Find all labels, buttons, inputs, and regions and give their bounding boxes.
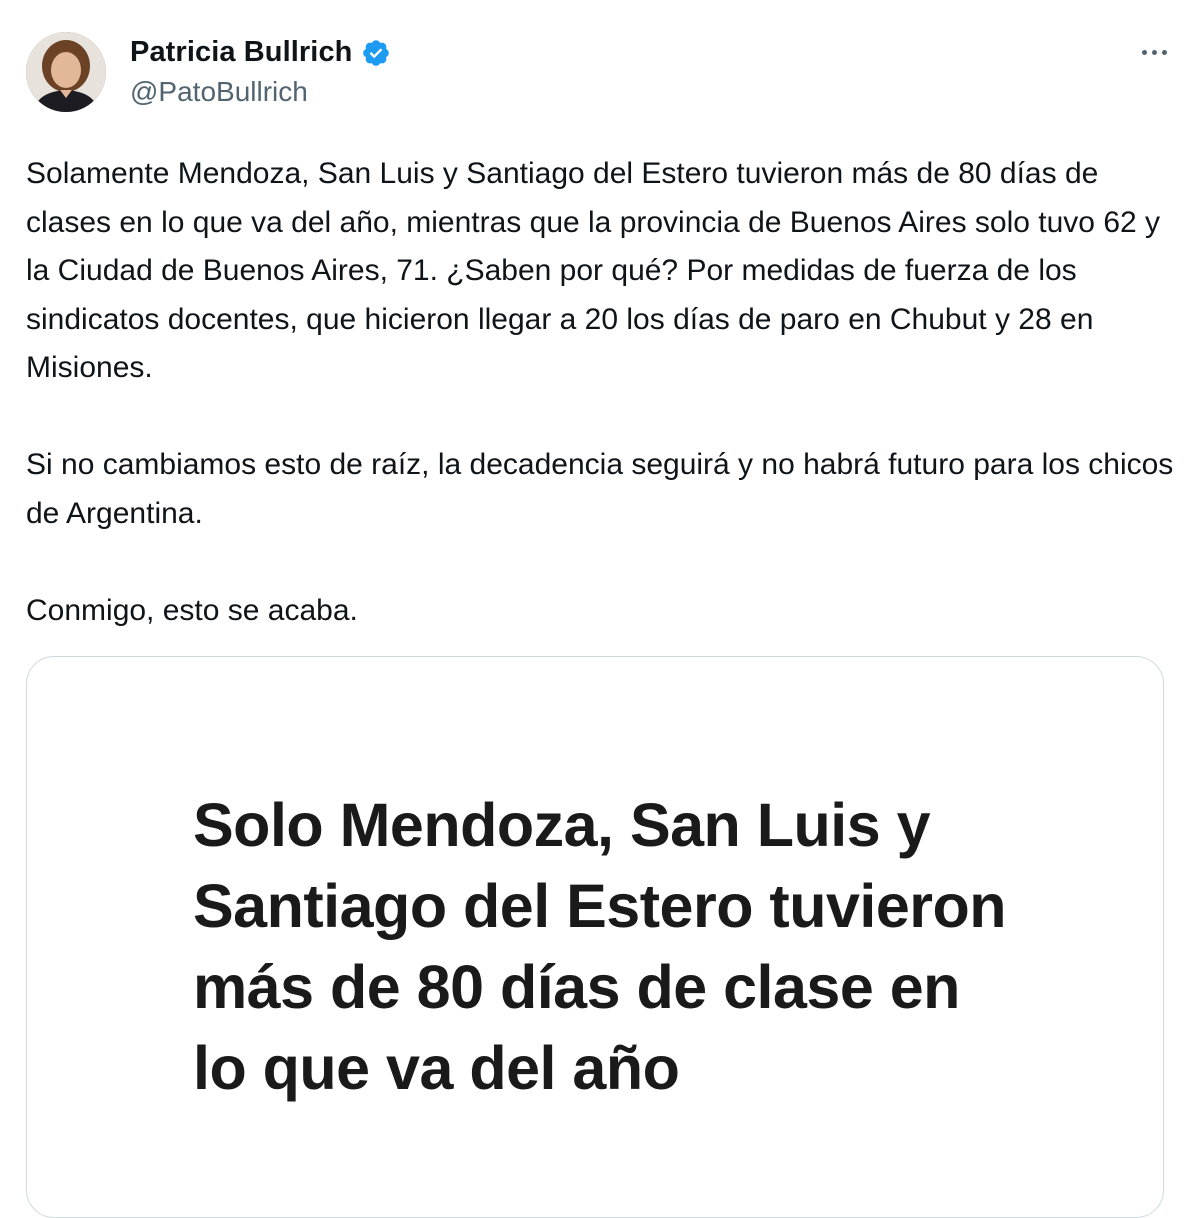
handle[interactable]: @PatoBullrich [130, 76, 308, 108]
tweet-paragraph-3: Conmigo, esto se acaba. [26, 593, 358, 627]
tweet-paragraph-2: Si no cambiamos esto de raíz, la decaden… [26, 448, 1174, 530]
media-card[interactable]: Solo Mendoza, San Luis y Santiago del Es… [26, 656, 1164, 1218]
tweet-header: Patricia Bullrich @PatoBullrich [26, 30, 1174, 116]
tweet-text: Solamente Mendoza, San Luis y Santiago d… [26, 150, 1176, 635]
card-headline: Solo Mendoza, San Luis y Santiago del Es… [193, 791, 1007, 1102]
tweet: Patricia Bullrich @PatoBullrich Solament… [0, 0, 1200, 1218]
verified-badge-icon [361, 38, 391, 68]
name-row: Patricia Bullrich [130, 36, 391, 69]
avatar-image [26, 32, 106, 112]
tweet-paragraph-1: Solamente Mendoza, San Luis y Santiago d… [26, 157, 1161, 384]
display-name[interactable]: Patricia Bullrich [130, 36, 353, 69]
more-options-icon[interactable] [1134, 42, 1174, 62]
avatar[interactable] [26, 32, 106, 112]
